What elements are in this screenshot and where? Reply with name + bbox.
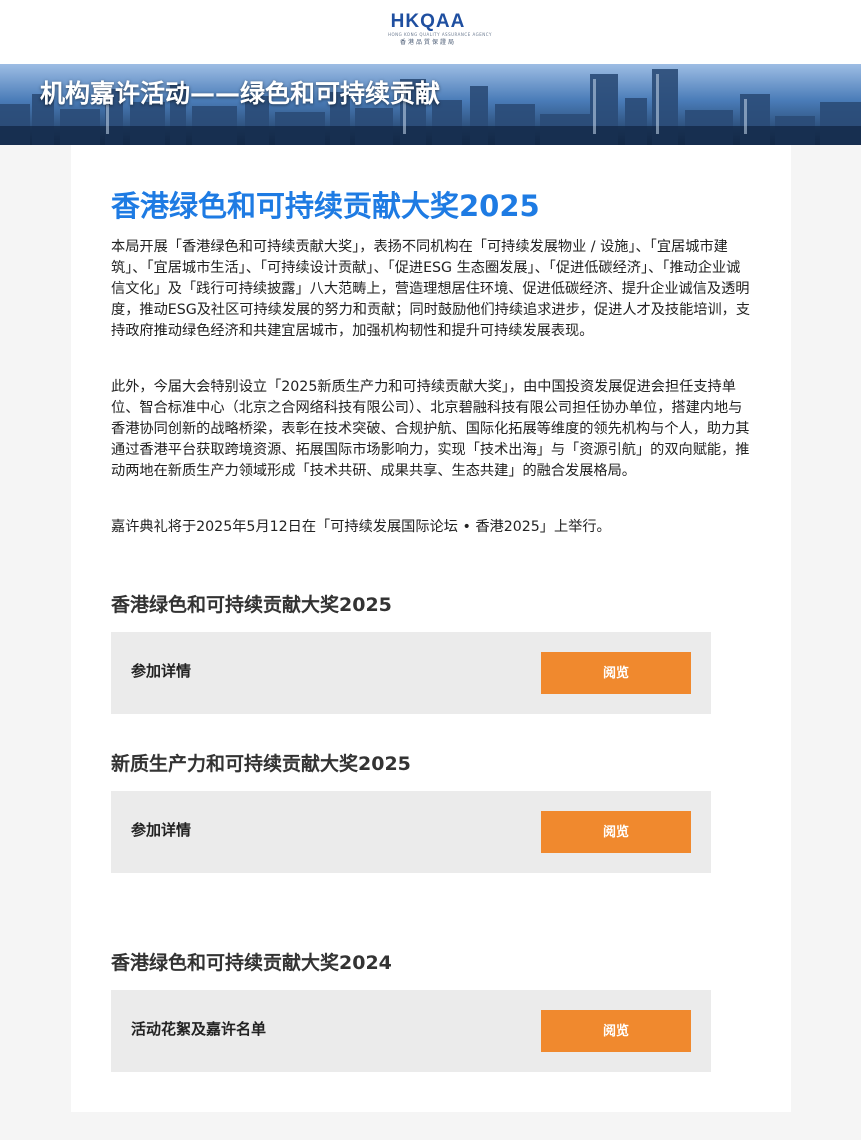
- section-title: 香港绿色和可持续贡献大奖2025: [111, 594, 392, 616]
- hkqaa-logo[interactable]: HKQAA HONG KONG QUALITY ASSURANCE AGENCY…: [388, 11, 491, 52]
- section-title: 香港绿色和可持续贡献大奖2024: [111, 952, 392, 974]
- special-award-paragraph: 此外，今届大会特别设立「2025新质生产力和可持续贡献大奖」，由中国投资发展促进…: [111, 379, 750, 479]
- section-title: 新质生产力和可持续贡献大奖2025: [111, 753, 411, 775]
- view-button[interactable]: 阅览: [541, 811, 691, 853]
- intro-paragraph: 本局开展「香港绿色和可持续贡献大奖」，表扬不同机构在「可持续发展物业 / 设施」…: [111, 239, 751, 339]
- section-box: 参加详情 阅览: [111, 632, 711, 714]
- section-label: 活动花絮及嘉许名单: [131, 1020, 267, 1038]
- logo-mark: HKQAA: [390, 11, 466, 32]
- hero-banner: 机构嘉许活动——绿色和可持续贡献: [0, 64, 861, 145]
- banner-title: 机构嘉许活动——绿色和可持续贡献: [40, 79, 441, 108]
- logo-chinese-name: 香港品質保證局: [399, 39, 456, 46]
- ceremony-paragraph: 嘉许典礼将于2025年5月12日在「可持续发展国际论坛 • 香港2025」上举行…: [111, 519, 611, 535]
- view-button[interactable]: 阅览: [541, 652, 691, 694]
- content-card: 香港绿色和可持续贡献大奖2025 本局开展「香港绿色和可持续贡献大奖」，表扬不同…: [71, 145, 791, 1112]
- section-box: 参加详情 阅览: [111, 791, 711, 873]
- section-label: 参加详情: [131, 662, 192, 680]
- section-box: 活动花絮及嘉许名单 阅览: [111, 990, 711, 1072]
- section-label: 参加详情: [131, 821, 192, 839]
- page-title: 香港绿色和可持续贡献大奖2025: [111, 189, 540, 223]
- top-header: HKQAA HONG KONG QUALITY ASSURANCE AGENCY…: [0, 0, 861, 64]
- view-button[interactable]: 阅览: [541, 1010, 691, 1052]
